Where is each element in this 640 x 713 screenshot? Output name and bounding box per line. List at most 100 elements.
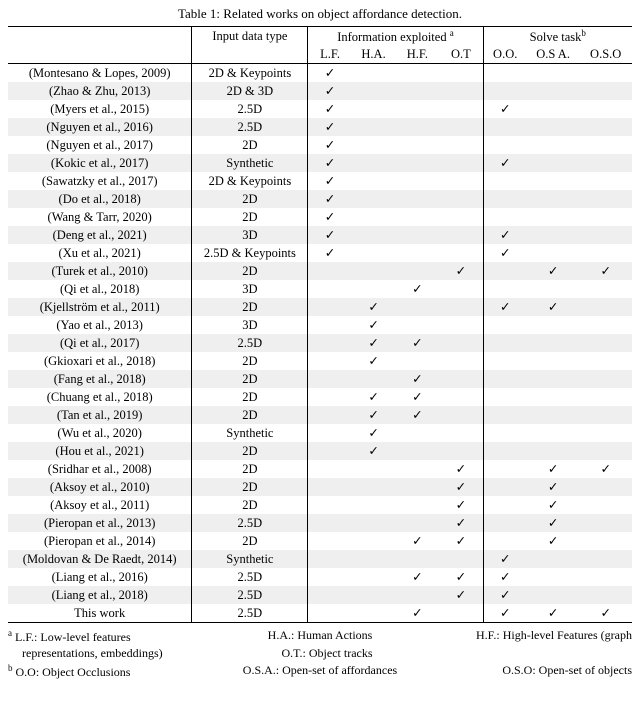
cell-oso xyxy=(579,208,632,226)
table-row: (Pieropan et al., 2013)2.5D xyxy=(8,514,632,532)
cell-ha xyxy=(352,460,396,478)
check-icon xyxy=(548,606,558,620)
cell-reference: (Deng et al., 2021) xyxy=(8,226,192,244)
cell-input: 2D xyxy=(192,460,308,478)
cell-input: 3D xyxy=(192,280,308,298)
cell-reference: (Kjellström et al., 2011) xyxy=(8,298,192,316)
check-icon xyxy=(368,336,378,350)
cell-hf xyxy=(395,316,439,334)
cell-oo xyxy=(483,442,527,460)
cell-ha xyxy=(352,208,396,226)
cell-lf xyxy=(308,118,352,136)
cell-input: 2D xyxy=(192,208,308,226)
cell-ha xyxy=(352,100,396,118)
table-row: (Nguyen et al., 2017)2D xyxy=(8,136,632,154)
cell-ot xyxy=(439,442,483,460)
cell-input: 2.5D xyxy=(192,514,308,532)
col-lf: L.F. xyxy=(308,46,352,64)
check-icon xyxy=(548,300,558,314)
cell-oo xyxy=(483,280,527,298)
check-icon xyxy=(456,516,466,530)
cell-ot xyxy=(439,406,483,424)
col-group-task: Solve taskb xyxy=(483,27,632,47)
col-ot: O.T xyxy=(439,46,483,64)
cell-oso xyxy=(579,532,632,550)
check-icon xyxy=(325,66,335,80)
cell-hf xyxy=(395,568,439,586)
check-icon xyxy=(456,534,466,548)
cell-input: 2D xyxy=(192,442,308,460)
cell-lf xyxy=(308,64,352,83)
cell-osa xyxy=(527,100,580,118)
cell-osa xyxy=(527,604,580,623)
cell-oo xyxy=(483,496,527,514)
cell-ot xyxy=(439,226,483,244)
cell-lf xyxy=(308,352,352,370)
cell-input: 2D xyxy=(192,262,308,280)
cell-lf xyxy=(308,460,352,478)
check-icon xyxy=(412,606,422,620)
cell-oo xyxy=(483,514,527,532)
cell-input: 2D xyxy=(192,406,308,424)
related-works-table: Input data type Information exploited a … xyxy=(8,26,632,623)
table-row: (Pieropan et al., 2014)2D xyxy=(8,532,632,550)
cell-osa xyxy=(527,298,580,316)
check-icon xyxy=(456,588,466,602)
cell-ot xyxy=(439,532,483,550)
cell-oo xyxy=(483,424,527,442)
cell-hf xyxy=(395,442,439,460)
table-row: (Wang & Tarr, 2020)2D xyxy=(8,208,632,226)
cell-osa xyxy=(527,424,580,442)
cell-ot xyxy=(439,370,483,388)
table-header-group-row: Input data type Information exploited a … xyxy=(8,27,632,47)
table-row: (Chuang et al., 2018)2D xyxy=(8,388,632,406)
table-row: (Tan et al., 2019)2D xyxy=(8,406,632,424)
cell-reference: (Yao et al., 2013) xyxy=(8,316,192,334)
cell-ot xyxy=(439,100,483,118)
cell-ot xyxy=(439,208,483,226)
cell-ha xyxy=(352,316,396,334)
table-row: (Sridhar et al., 2008)2D xyxy=(8,460,632,478)
cell-lf xyxy=(308,532,352,550)
cell-input: 2D xyxy=(192,136,308,154)
cell-oso xyxy=(579,406,632,424)
check-icon xyxy=(412,282,422,296)
check-icon xyxy=(548,534,558,548)
cell-hf xyxy=(395,118,439,136)
cell-oso xyxy=(579,298,632,316)
cell-oso xyxy=(579,118,632,136)
table-row: (Aksoy et al., 2011)2D xyxy=(8,496,632,514)
cell-oo xyxy=(483,190,527,208)
cell-osa xyxy=(527,244,580,262)
cell-osa xyxy=(527,514,580,532)
table-row: (Deng et al., 2021)3D xyxy=(8,226,632,244)
cell-oo xyxy=(483,226,527,244)
check-icon xyxy=(412,390,422,404)
cell-ha xyxy=(352,118,396,136)
cell-hf xyxy=(395,208,439,226)
cell-hf xyxy=(395,532,439,550)
cell-ot xyxy=(439,64,483,83)
table-header-sub-row: L.F. H.A. H.F. O.T O.O. O.S A. O.S.O xyxy=(8,46,632,64)
check-icon xyxy=(325,102,335,116)
cell-osa xyxy=(527,406,580,424)
check-icon xyxy=(325,84,335,98)
cell-input: 3D xyxy=(192,226,308,244)
cell-oo xyxy=(483,244,527,262)
cell-input: Synthetic xyxy=(192,154,308,172)
cell-oso xyxy=(579,280,632,298)
cell-osa xyxy=(527,208,580,226)
cell-lf xyxy=(308,514,352,532)
cell-hf xyxy=(395,82,439,100)
cell-hf xyxy=(395,298,439,316)
cell-hf xyxy=(395,604,439,623)
cell-input: 3D xyxy=(192,316,308,334)
col-oo: O.O. xyxy=(483,46,527,64)
cell-ha xyxy=(352,352,396,370)
cell-ha xyxy=(352,478,396,496)
cell-ot xyxy=(439,280,483,298)
cell-ha xyxy=(352,388,396,406)
cell-hf xyxy=(395,514,439,532)
cell-oso xyxy=(579,154,632,172)
cell-lf xyxy=(308,244,352,262)
